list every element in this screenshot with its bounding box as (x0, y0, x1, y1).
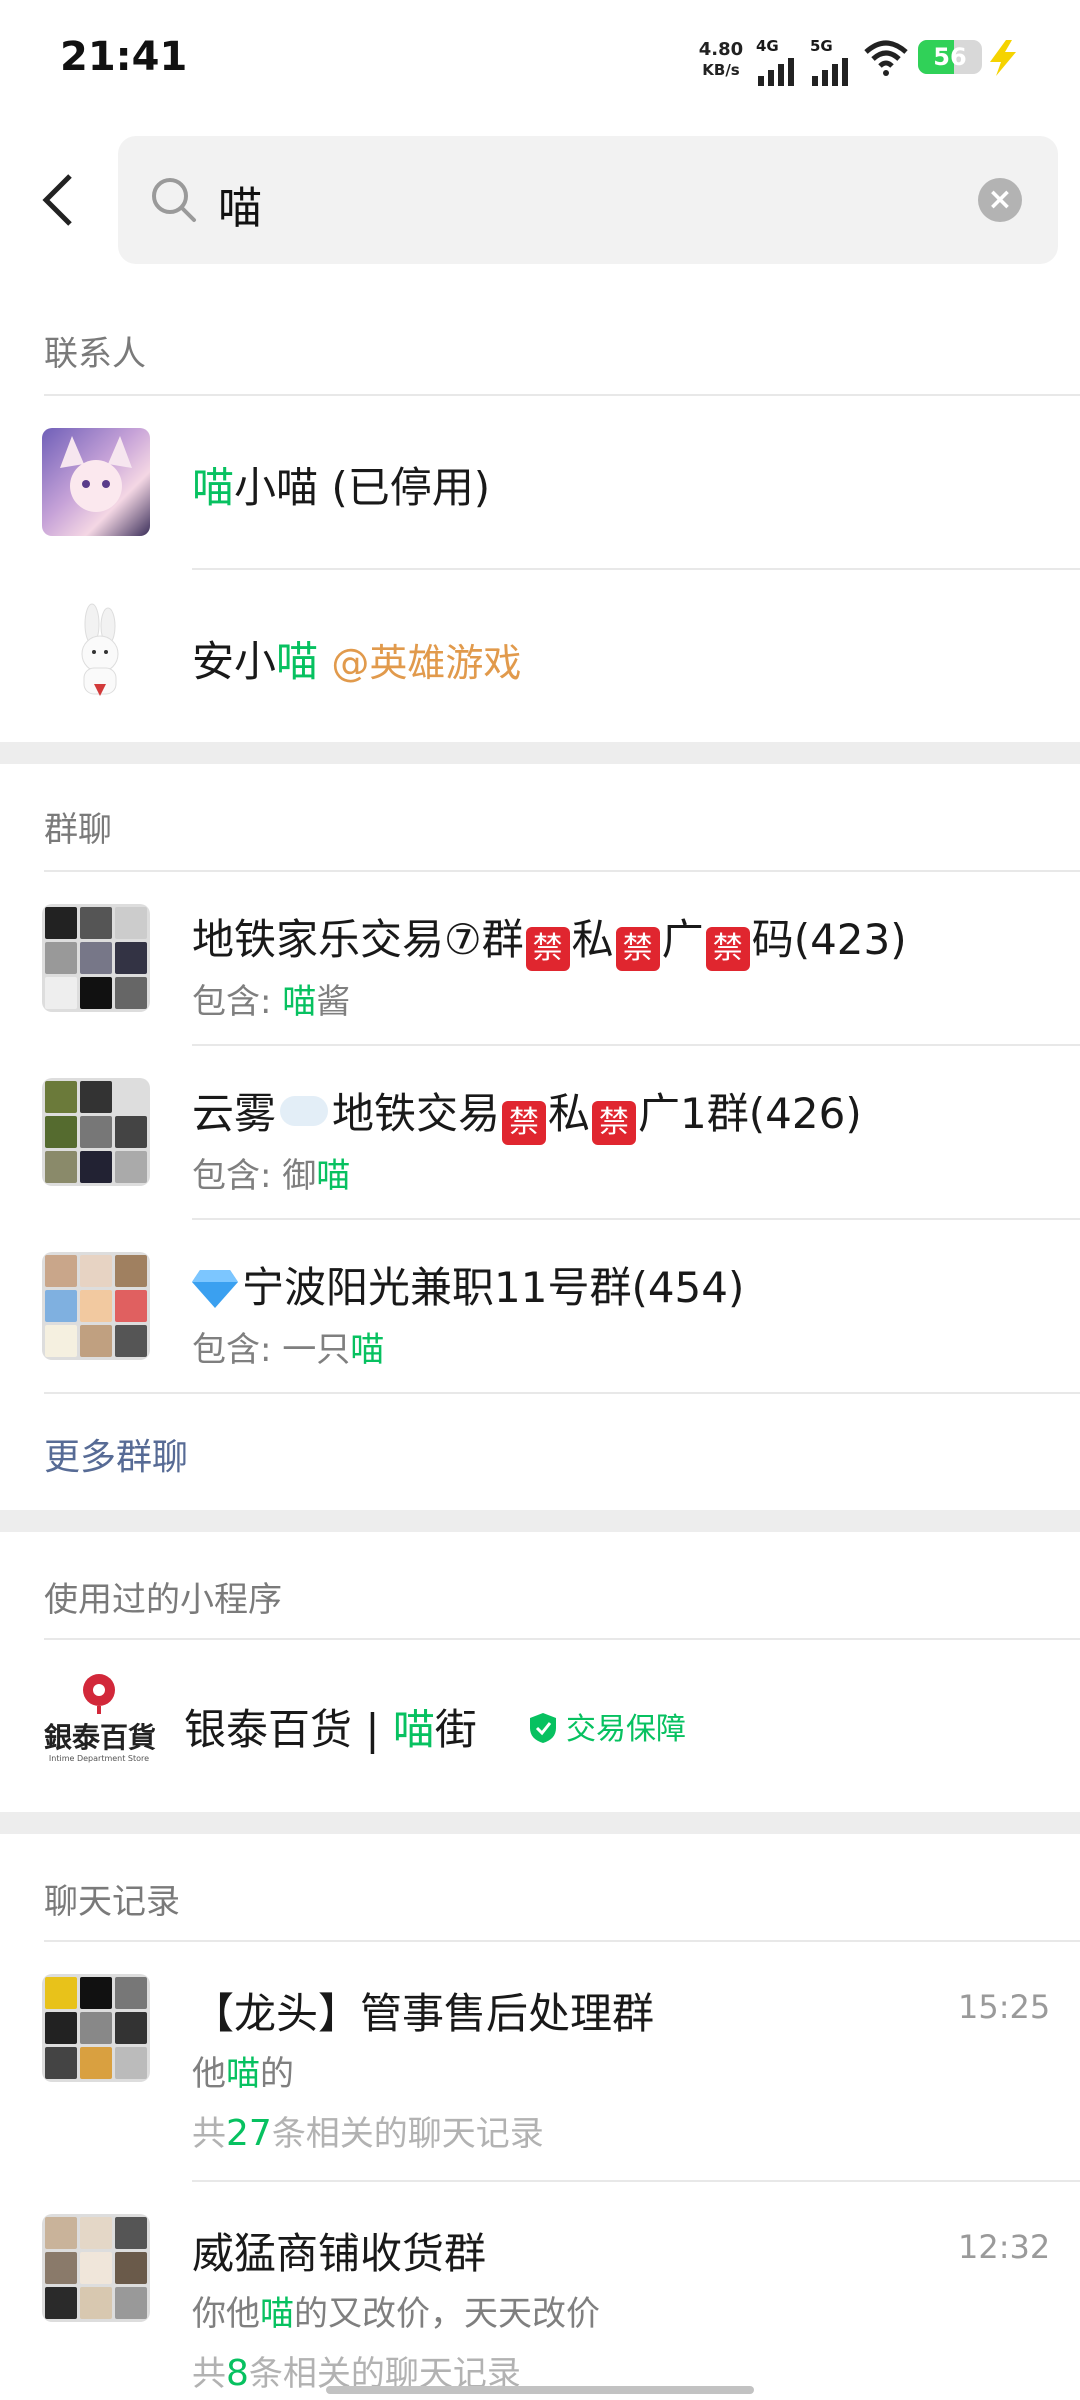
group-avatar (42, 1974, 150, 2082)
avatar (42, 428, 150, 536)
section-title-chat-records: 聊天记录 (44, 1882, 180, 1922)
intime-logo-icon (83, 1674, 115, 1714)
chat-record-row[interactable]: 威猛商铺收货群 12:32 你他喵的又改价，天天改价 共8条相关的聊天记录 (0, 2182, 1080, 2400)
charging-bolt-icon (990, 40, 1016, 76)
group-member-match: 包含: 一只喵 (192, 1330, 385, 1370)
group-avatar (42, 1252, 150, 1360)
group-member-match: 包含: 喵酱 (192, 982, 351, 1022)
back-icon[interactable] (40, 172, 76, 228)
intime-logo: 銀泰百貨 Intime Department Store (44, 1670, 156, 1780)
group-row[interactable]: 云雾 地铁交易禁私禁广1群(426) 包含: 御喵 (0, 1046, 1080, 1218)
more-groups-link[interactable]: 更多群聊 (44, 1428, 188, 1480)
battery-icon: 56 (918, 40, 982, 74)
status-bar: 21:41 4.80 KB/s 4G 5G 56 (0, 0, 1080, 120)
group-name: 宁波阳光兼职11号群(454) (192, 1254, 744, 1315)
contact-name: 安小喵 @英雄游戏 (192, 637, 522, 686)
mini-program-row[interactable]: 銀泰百貨 Intime Department Store 银泰百货 | 喵街 交… (0, 1640, 1080, 1812)
group-row[interactable]: 地铁家乐交易⑦群禁私禁广禁码(423) 包含: 喵酱 (0, 872, 1080, 1044)
chat-message: 你他喵的又改价，天天改价 (192, 2294, 600, 2334)
status-time: 21:41 (60, 34, 188, 80)
chat-time: 12:32 (958, 2228, 1051, 2266)
section-title-mini-programs: 使用过的小程序 (44, 1580, 282, 1620)
section-title-groups: 群聊 (44, 810, 112, 850)
group-avatar (42, 2214, 150, 2322)
group-avatar (42, 1078, 150, 1186)
section-gap (0, 1812, 1080, 1834)
search-input[interactable]: 喵 × (118, 136, 1058, 264)
signal-5g-icon: 5G (810, 38, 854, 92)
chat-name: 威猛商铺收货群 (192, 2229, 487, 2278)
section-gap (0, 742, 1080, 764)
chat-time: 15:25 (958, 1988, 1051, 2026)
contact-row[interactable]: 喵小喵 (已停用) (0, 396, 1080, 568)
chat-record-row[interactable]: 【龙头】管事售后处理群 15:25 他喵的 共27条相关的聊天记录 (0, 1942, 1080, 2180)
contact-row[interactable]: 安小喵 @英雄游戏 (0, 570, 1080, 742)
group-name: 云雾 地铁交易禁私禁广1群(426) (192, 1080, 862, 1145)
section-gap (0, 1510, 1080, 1532)
group-row[interactable]: 宁波阳光兼职11号群(454) 包含: 一只喵 (0, 1220, 1080, 1392)
signal-4g-icon: 4G (756, 38, 800, 92)
chat-name: 【龙头】管事售后处理群 (192, 1989, 655, 2038)
group-avatar (42, 904, 150, 1012)
mini-program-name: 银泰百货 | 喵街 (184, 1705, 477, 1754)
avatar (42, 602, 150, 710)
chat-record-count: 共27条相关的聊天记录 (192, 2113, 544, 2154)
divider (44, 1392, 1080, 1394)
wifi-icon (864, 40, 908, 76)
search-icon (152, 178, 196, 222)
home-indicator[interactable] (326, 2386, 754, 2394)
group-member-match: 包含: 御喵 (192, 1156, 351, 1196)
shield-icon (530, 1713, 556, 1743)
search-query[interactable]: 喵 (218, 172, 262, 236)
net-speed: 4.80 KB/s (698, 39, 744, 80)
section-title-contacts: 联系人 (44, 334, 146, 374)
clear-icon[interactable]: × (978, 178, 1022, 222)
chat-message: 他喵的 (192, 2054, 294, 2094)
contact-name: 喵小喵 (已停用) (192, 463, 491, 512)
trade-guarantee-badge: 交易保障 (528, 1704, 686, 1748)
cloud-icon (280, 1096, 329, 1126)
diamond-icon (192, 1270, 238, 1308)
group-name: 地铁家乐交易⑦群禁私禁广禁码(423) (192, 906, 907, 971)
